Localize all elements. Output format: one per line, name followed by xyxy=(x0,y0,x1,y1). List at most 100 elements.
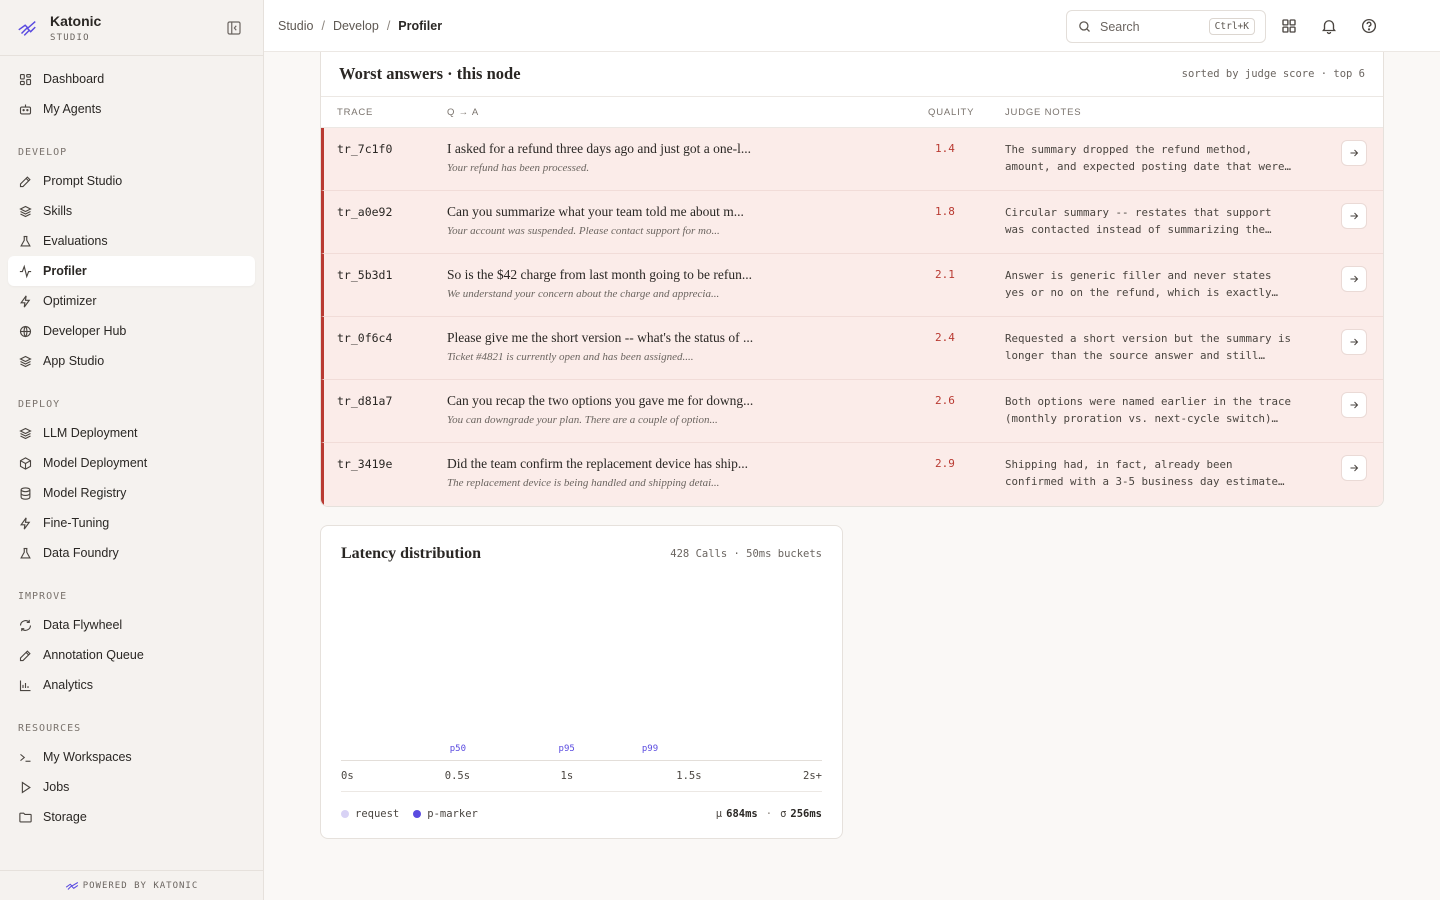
column-quality: QUALITY xyxy=(928,106,975,118)
latency-card: Latency distribution 428 Calls · 50ms bu… xyxy=(320,525,843,839)
help-icon[interactable] xyxy=(1360,17,1378,35)
quality-score: 2.1 xyxy=(935,268,955,281)
brand: Katonic STUDIO xyxy=(0,0,263,56)
sidebar-item-data-flywheel[interactable]: Data Flywheel xyxy=(8,610,255,640)
latency-header: Latency distribution 428 Calls · 50ms bu… xyxy=(321,526,842,582)
sidebar-item-model-deployment[interactable]: Model Deployment xyxy=(8,448,255,478)
sidebar-item-label: My Workspaces xyxy=(43,750,132,764)
open-trace-button[interactable] xyxy=(1341,203,1367,229)
search-input[interactable] xyxy=(1100,19,1200,34)
sidebar-item-model-registry[interactable]: Model Registry xyxy=(8,478,255,508)
breadcrumb-separator: / xyxy=(386,18,391,33)
sidebar-item-developer-hub[interactable]: Developer Hub xyxy=(8,316,255,346)
answer-text: We understand your concern about the cha… xyxy=(447,288,720,300)
answer-text: You can downgrade your plan. There are a… xyxy=(447,414,718,426)
bell-icon[interactable] xyxy=(1320,17,1338,35)
sidebar-item-label: Storage xyxy=(43,810,87,824)
sidebar-item-optimizer[interactable]: Optimizer xyxy=(8,286,255,316)
open-trace-button[interactable] xyxy=(1341,266,1367,292)
sidebar-item-storage[interactable]: Storage xyxy=(8,802,255,832)
sidebar-item-label: Model Registry xyxy=(43,486,127,500)
judge-notes-line: Both options were named earlier in the t… xyxy=(1005,395,1292,408)
worst-answers-card: Worst answers · this node sorted by judg… xyxy=(320,52,1384,507)
sidebar-item-label: Optimizer xyxy=(43,294,97,308)
sidebar-item-jobs[interactable]: Jobs xyxy=(8,772,255,802)
globe-icon xyxy=(19,325,32,337)
sidebar-item-label: App Studio xyxy=(43,354,105,368)
sidebar-item-annotation-queue[interactable]: Annotation Queue xyxy=(8,640,255,670)
footer-text: POWERED BY KATONIC xyxy=(82,880,199,891)
sidebar-item-label: Data Flywheel xyxy=(43,618,123,632)
nav-section-develop: DEVELOP xyxy=(18,147,68,158)
sigma-value: 256ms xyxy=(790,807,822,820)
sidebar-item-my-agents[interactable]: My Agents xyxy=(8,94,255,124)
main-content: Worst answers · this node sorted by judg… xyxy=(264,52,1440,900)
layers-icon xyxy=(19,355,32,367)
open-trace-button[interactable] xyxy=(1341,392,1367,418)
column-trace: TRACE xyxy=(337,106,374,118)
table-row[interactable]: tr_3419e Did the team confirm the replac… xyxy=(321,443,1383,506)
question-text: Can you summarize what your team told me… xyxy=(447,204,744,219)
nav-section-improve: IMPROVE xyxy=(18,591,68,602)
trace-id: tr_3419e xyxy=(337,457,393,471)
sidebar-item-fine-tuning[interactable]: Fine-Tuning xyxy=(8,508,255,538)
sidebar-item-my-workspaces[interactable]: My Workspaces xyxy=(8,742,255,772)
column-qa: Q → A xyxy=(447,106,479,118)
table-row[interactable]: tr_a0e92 Can you summarize what your tea… xyxy=(321,191,1383,254)
judge-notes-line: Requested a short version but the summar… xyxy=(1005,332,1292,345)
table-row[interactable]: tr_0f6c4 Please give me the short versio… xyxy=(321,317,1383,380)
sidebar-item-label: Jobs xyxy=(43,780,70,794)
sidebar-item-label: Evaluations xyxy=(43,234,108,248)
edit-icon xyxy=(19,649,31,661)
sidebar-item-evaluations[interactable]: Evaluations xyxy=(8,226,255,256)
open-trace-button[interactable] xyxy=(1341,140,1367,166)
percentile-marker-p95: p95 xyxy=(558,744,575,754)
open-trace-button[interactable] xyxy=(1341,329,1367,355)
breadcrumb-develop[interactable]: Develop xyxy=(333,19,379,33)
search-icon xyxy=(1079,21,1090,32)
sidebar-item-dashboard[interactable]: Dashboard xyxy=(8,64,255,94)
bolt-icon xyxy=(20,295,31,307)
stats-separator: · xyxy=(765,807,773,820)
judge-notes: Shipping had, in fact, already been confi… xyxy=(1005,456,1315,490)
sidebar-collapse-icon[interactable] xyxy=(225,19,243,37)
latency-stats: μ 684ms · σ 256ms xyxy=(716,808,822,820)
judge-notes-line: amount, and expected posting date that w… xyxy=(1005,160,1292,173)
arrow-right-icon xyxy=(1350,338,1359,346)
sidebar-item-profiler[interactable]: Profiler xyxy=(8,256,255,286)
brand-sub: STUDIO xyxy=(50,32,90,43)
judge-notes-line: (monthly proration vs. next-cycle switch… xyxy=(1005,412,1279,425)
flask-icon xyxy=(20,235,31,246)
apps-grid-icon[interactable] xyxy=(1280,17,1298,35)
robot-icon xyxy=(19,104,32,114)
open-trace-button[interactable] xyxy=(1341,455,1367,481)
judge-notes-line: longer than the source answer and still… xyxy=(1005,349,1266,362)
breadcrumb-studio[interactable]: Studio xyxy=(278,19,313,33)
topbar: Studio / Develop / Profiler Ctrl+K xyxy=(264,0,1440,52)
sidebar-item-label: Skills xyxy=(43,204,73,218)
answer-text: Your account was suspended. Please conta… xyxy=(447,225,720,237)
search-box[interactable]: Ctrl+K xyxy=(1066,10,1266,43)
sidebar-item-skills[interactable]: Skills xyxy=(8,196,255,226)
legend-dot-request xyxy=(341,809,349,818)
table-row[interactable]: tr_5b3d1 So is the $42 charge from last … xyxy=(321,254,1383,317)
question-text: Can you recap the two options you gave m… xyxy=(447,393,754,408)
answer-text: Ticket #4821 is currently open and has b… xyxy=(447,351,694,363)
percentile-marker-p99: p99 xyxy=(641,744,659,754)
table-row[interactable]: tr_7c1f0 I asked for a refund three days… xyxy=(321,128,1383,191)
database-icon xyxy=(20,486,31,500)
table-row[interactable]: tr_d81a7 Can you recap the two options y… xyxy=(321,380,1383,443)
brand-name: Katonic xyxy=(50,12,102,29)
trace-id: tr_7c1f0 xyxy=(337,142,393,156)
sidebar-item-data-foundry[interactable]: Data Foundry xyxy=(8,538,255,568)
bar-chart-icon xyxy=(19,680,31,691)
judge-notes-line: Circular summary -- restates that suppor… xyxy=(1005,206,1272,219)
sidebar-item-prompt-studio[interactable]: Prompt Studio xyxy=(8,166,255,196)
katonic-logo-icon xyxy=(65,881,78,890)
katonic-logo-icon xyxy=(18,20,36,36)
arrow-right-icon xyxy=(1350,149,1359,157)
sidebar-item-app-studio[interactable]: App Studio xyxy=(8,346,255,376)
sidebar-item-analytics[interactable]: Analytics xyxy=(8,670,255,700)
answer-text: The replacement device is being handled … xyxy=(447,477,720,489)
sidebar-item-llm-deployment[interactable]: LLM Deployment xyxy=(8,418,255,448)
